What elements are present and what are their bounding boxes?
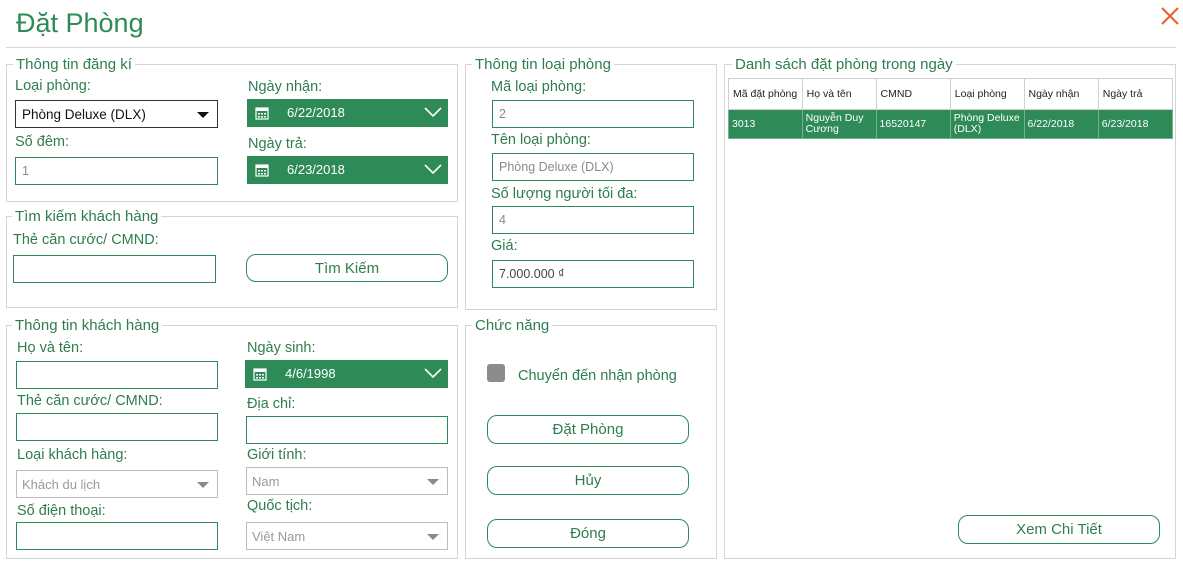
- room-code-input[interactable]: 2: [492, 100, 694, 128]
- chevron-down-icon: [424, 368, 442, 379]
- customer-name-input[interactable]: [16, 361, 218, 389]
- checkout-date-picker[interactable]: 6/23/2018: [247, 156, 448, 184]
- bookings-legend: Danh sách đặt phòng trong ngày: [732, 56, 956, 73]
- dob-value: 4/6/1998: [285, 366, 336, 381]
- bookings-table[interactable]: Mã đặt phòng Họ và tên CMND Loại phòng N…: [728, 78, 1174, 139]
- close-icon[interactable]: [1158, 4, 1182, 28]
- window-title: Đặt Phòng: [16, 8, 144, 38]
- nationality-value: Việt Nam: [252, 528, 306, 544]
- title-divider: [6, 47, 1176, 48]
- room-name-value: Phòng Deluxe (DLX): [499, 160, 614, 174]
- calendar-icon: [255, 164, 269, 177]
- max-people-value: 4: [499, 213, 506, 227]
- dob-label: Ngày sinh:: [247, 340, 316, 356]
- room-type-select[interactable]: Phòng Deluxe (DLX): [15, 100, 218, 128]
- chevron-down-icon: [427, 479, 439, 485]
- table-cell: 16520147: [875, 109, 951, 139]
- nights-value: 1: [22, 164, 29, 178]
- room-name-label: Tên loại phòng:: [491, 132, 591, 148]
- phone-input[interactable]: [16, 522, 218, 550]
- room-type-value: Phòng Deluxe (DLX): [22, 106, 146, 122]
- address-input[interactable]: [246, 416, 448, 444]
- move-to-checkin-checkbox[interactable]: [487, 364, 505, 382]
- customer-id-input[interactable]: [16, 413, 218, 441]
- checkin-label: Ngày nhận:: [248, 79, 323, 95]
- functions-legend: Chức năng: [472, 317, 553, 334]
- nationality-select[interactable]: Việt Nam: [246, 522, 448, 550]
- gender-value: Nam: [252, 473, 280, 489]
- phone-label: Số điện thoại:: [17, 503, 106, 519]
- registration-legend: Thông tin đăng kí: [13, 56, 135, 73]
- table-cell: 6/22/2018: [1023, 109, 1099, 139]
- chevron-down-icon: [424, 164, 442, 175]
- search-id-label: Thẻ căn cước/ CMND:: [13, 232, 159, 248]
- calendar-icon: [253, 368, 267, 381]
- close-button[interactable]: Đóng: [487, 519, 689, 548]
- search-button[interactable]: Tìm Kiếm: [246, 254, 448, 282]
- customer-type-value: Khách du lịch: [22, 476, 101, 492]
- book-button[interactable]: Đặt Phòng: [487, 415, 689, 444]
- gender-label: Giới tính:: [247, 447, 307, 463]
- customer-id-label: Thẻ căn cước/ CMND:: [17, 393, 163, 409]
- table-cell: Phòng Deluxe (DLX): [949, 109, 1025, 139]
- room-name-input[interactable]: Phòng Deluxe (DLX): [492, 153, 694, 181]
- price-value: 7.000.000 ₫: [499, 267, 565, 281]
- customer-type-label: Loại khách hàng:: [17, 447, 128, 463]
- calendar-icon: [255, 107, 269, 120]
- column-header[interactable]: Họ và tên: [801, 78, 877, 110]
- table-row[interactable]: 3013 Nguyễn Duy Cương 16520147 Phòng Del…: [728, 109, 1174, 139]
- address-label: Địa chỉ:: [247, 396, 296, 412]
- nationality-label: Quốc tịch:: [247, 498, 313, 514]
- chevron-down-icon: [197, 112, 209, 118]
- checkin-value: 6/22/2018: [287, 105, 345, 120]
- chevron-down-icon: [427, 534, 439, 540]
- room-code-label: Mã loại phòng:: [491, 79, 587, 95]
- chevron-down-icon: [424, 107, 442, 118]
- chevron-down-icon: [197, 482, 209, 488]
- room-type-label: Loại phòng:: [15, 78, 91, 94]
- cancel-button[interactable]: Hủy: [487, 466, 689, 495]
- customer-type-select[interactable]: Khách du lịch: [16, 470, 218, 498]
- column-header[interactable]: Ngày nhận: [1023, 78, 1099, 110]
- bookings-header-row: Mã đặt phòng Họ và tên CMND Loại phòng N…: [728, 78, 1174, 110]
- customer-legend: Thông tin khách hàng: [12, 317, 163, 334]
- view-detail-button[interactable]: Xem Chi Tiết: [958, 515, 1160, 544]
- nights-label: Số đêm:: [15, 134, 69, 150]
- customer-name-label: Họ và tên:: [17, 340, 84, 356]
- search-legend: Tìm kiếm khách hàng: [12, 208, 162, 225]
- table-cell: 6/23/2018: [1097, 109, 1174, 139]
- room-info-legend: Thông tin loại phòng: [472, 56, 614, 73]
- table-cell: Nguyễn Duy Cương: [801, 109, 877, 139]
- table-cell: 3013: [728, 109, 803, 139]
- nights-input[interactable]: 1: [15, 157, 218, 185]
- room-code-value: 2: [499, 107, 506, 121]
- column-header[interactable]: CMND: [875, 78, 951, 110]
- dob-date-picker[interactable]: 4/6/1998: [245, 360, 448, 388]
- max-people-input[interactable]: 4: [492, 206, 694, 234]
- checkout-value: 6/23/2018: [287, 162, 345, 177]
- column-header[interactable]: Loại phòng: [949, 78, 1025, 110]
- column-header[interactable]: Ngày trả: [1097, 78, 1174, 110]
- gender-select[interactable]: Nam: [246, 467, 448, 495]
- move-to-checkin-label: Chuyển đến nhận phòng: [518, 368, 677, 384]
- column-header[interactable]: Mã đặt phòng: [728, 78, 803, 110]
- max-people-label: Số lượng người tối đa:: [491, 186, 638, 202]
- search-id-input[interactable]: [13, 255, 216, 283]
- checkout-label: Ngày trả:: [248, 136, 307, 152]
- price-input[interactable]: 7.000.000 ₫: [492, 260, 694, 288]
- checkin-date-picker[interactable]: 6/22/2018: [247, 99, 448, 127]
- price-label: Giá:: [491, 238, 518, 254]
